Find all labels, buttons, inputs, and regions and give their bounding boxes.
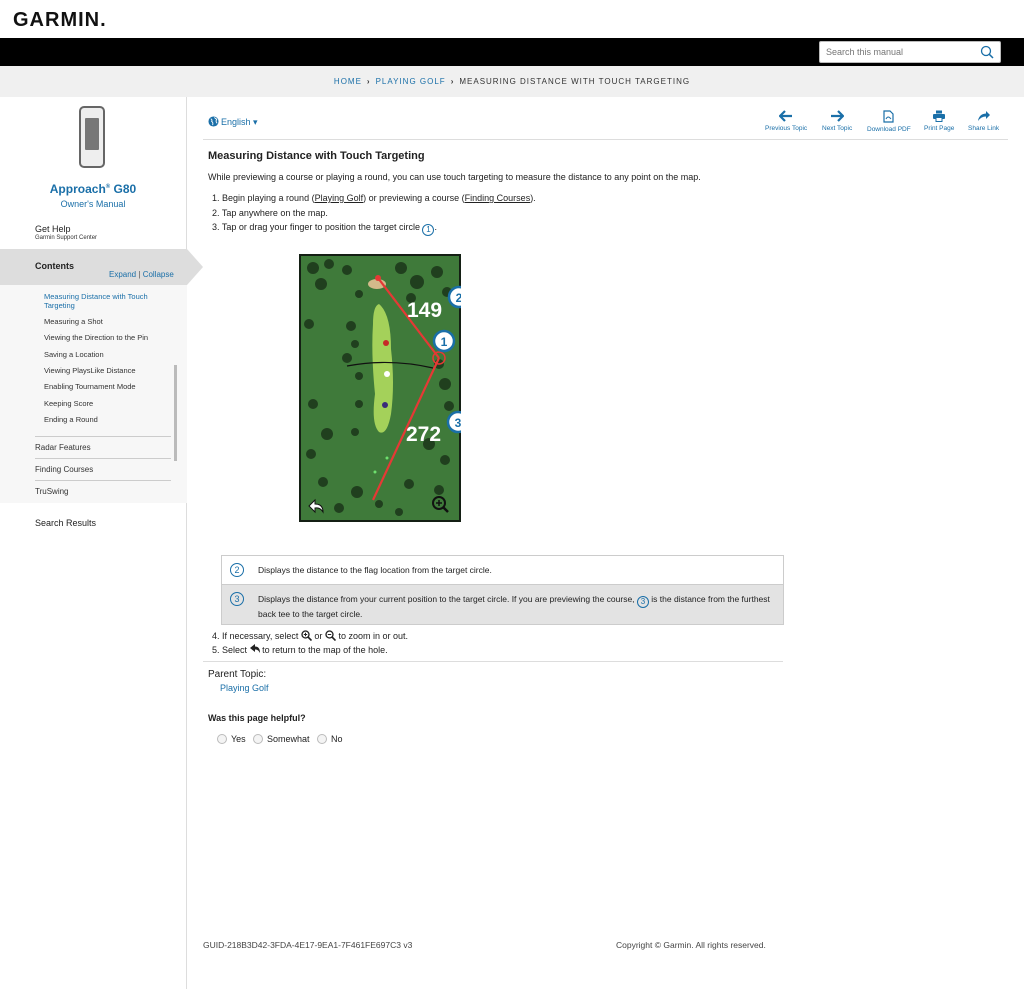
- step-4: 4. If necessary, select or to zoom in or…: [212, 630, 408, 642]
- contents-arrow: [187, 249, 203, 285]
- toolbar-divider: [203, 139, 1008, 140]
- breadcrumb-playing-golf[interactable]: PLAYING GOLF: [376, 77, 446, 86]
- toc-item-measuring-shot[interactable]: Measuring a Shot: [44, 317, 169, 326]
- feedback-no[interactable]: No: [317, 734, 343, 744]
- toc-divider: [35, 458, 171, 459]
- callout-2-marker: 2: [447, 285, 461, 309]
- toc-divider: [35, 480, 171, 481]
- toc-section-truswing[interactable]: TruSwing: [35, 487, 171, 496]
- step-2: 2. Tap anywhere on the map.: [212, 208, 328, 218]
- radio-button[interactable]: [253, 734, 263, 744]
- intro-text: While previewing a course or playing a r…: [208, 172, 701, 182]
- arrow-right-icon: [831, 110, 845, 122]
- golf-map-figure: 149 272 2 1 3: [299, 254, 461, 522]
- toc-scrollbar[interactable]: [174, 365, 177, 461]
- callout-3-marker: 3: [446, 410, 461, 434]
- copyright: Copyright © Garmin. All rights reserved.: [616, 940, 766, 950]
- toc-section-finding-courses[interactable]: Finding Courses: [35, 465, 171, 474]
- back-arrow-icon: [249, 644, 260, 653]
- distance-from-tee: 272: [406, 423, 441, 446]
- radio-button[interactable]: [217, 734, 227, 744]
- pdf-icon: [883, 110, 894, 123]
- callout-1-marker: 1: [432, 329, 456, 353]
- svg-text:3: 3: [455, 416, 461, 430]
- share-icon: [977, 111, 990, 121]
- sidebar: Approach® G80 Owner's Manual Get Help Ga…: [0, 97, 203, 989]
- feedback-somewhat[interactable]: Somewhat: [253, 734, 310, 744]
- product-title: Approach® G80: [49, 182, 137, 196]
- section-divider: [203, 661, 783, 662]
- expand-link[interactable]: Expand: [109, 270, 136, 279]
- toc-item-tournament-mode[interactable]: Enabling Tournament Mode: [44, 382, 169, 391]
- step-5: 5. Select to return to the map of the ho…: [212, 644, 388, 655]
- breadcrumb-home[interactable]: HOME: [334, 77, 362, 86]
- callout-3-icon: 3: [230, 592, 244, 606]
- next-topic-button[interactable]: Next Topic: [822, 110, 852, 132]
- legend-text: Displays the distance from your current …: [258, 594, 770, 619]
- search-box[interactable]: [819, 41, 1001, 63]
- share-link-button[interactable]: Share Link: [968, 110, 999, 132]
- printer-icon: [933, 110, 946, 122]
- legend-text: Displays the distance to the flag locati…: [258, 565, 492, 575]
- chevron-right-icon: ›: [450, 77, 455, 86]
- toc-section-radar[interactable]: Radar Features: [35, 443, 171, 452]
- toc-item-playslike[interactable]: Viewing PlaysLike Distance: [44, 366, 169, 375]
- toc-item-direction-pin[interactable]: Viewing the Direction to the Pin: [44, 333, 169, 342]
- playing-golf-link[interactable]: Playing Golf: [315, 193, 364, 203]
- chevron-right-icon: ›: [366, 77, 371, 86]
- header-logo-bar: GARMIN.: [0, 0, 1024, 38]
- zoom-in-icon: [301, 630, 312, 642]
- globe-icon: [208, 116, 219, 127]
- step-3: 3. Tap or drag your finger to position t…: [212, 222, 437, 236]
- legend-row: 3 Displays the distance from your curren…: [222, 584, 783, 624]
- page-title: Measuring Distance with Touch Targeting: [208, 150, 425, 162]
- device-image: [79, 106, 105, 168]
- radio-button[interactable]: [317, 734, 327, 744]
- parent-topic-label: Parent Topic:: [208, 669, 267, 680]
- search-input[interactable]: [820, 42, 978, 62]
- toc-item-keeping-score[interactable]: Keeping Score: [44, 399, 169, 408]
- callout-legend-table: 2 Displays the distance to the flag loca…: [221, 555, 784, 625]
- arrow-left-icon: [779, 110, 793, 122]
- previous-topic-button[interactable]: Previous Topic: [765, 110, 807, 132]
- search-results-link[interactable]: Search Results: [35, 518, 96, 528]
- caret-down-icon: ▾: [250, 117, 258, 127]
- download-pdf-button[interactable]: Download PDF: [867, 110, 911, 133]
- breadcrumb: HOME › PLAYING GOLF › MEASURING DISTANCE WIT…: [0, 66, 1024, 97]
- toc-divider: [35, 436, 171, 437]
- collapse-link[interactable]: Collapse: [143, 270, 174, 279]
- callout-2-icon: 2: [230, 563, 244, 577]
- feedback-yes[interactable]: Yes: [217, 734, 246, 744]
- callout-1-icon: 1: [422, 224, 435, 236]
- finding-courses-link[interactable]: Finding Courses: [465, 193, 531, 203]
- parent-topic-link[interactable]: Playing Golf: [220, 683, 269, 693]
- manual-label: Owner's Manual: [60, 199, 126, 209]
- garmin-logo[interactable]: GARMIN.: [13, 9, 107, 32]
- contents-header: [0, 249, 187, 285]
- get-help-link[interactable]: Get Help: [35, 224, 71, 234]
- zoom-out-icon: [325, 630, 337, 642]
- print-page-button[interactable]: Print Page: [924, 110, 954, 132]
- toc-item-measuring-distance[interactable]: Measuring Distance with Touch Targeting: [44, 292, 169, 310]
- distance-to-flag: 149: [407, 299, 442, 322]
- toc-item-ending-round[interactable]: Ending a Round: [44, 415, 169, 424]
- support-center-link[interactable]: Garmin Support Center: [35, 235, 97, 241]
- toc-item-saving-location[interactable]: Saving a Location: [44, 350, 169, 359]
- topic-guid: GUID-218B3D42-3FDA-4E17-9EA1-7F461FE697C…: [203, 940, 413, 950]
- expand-collapse: Expand | Collapse: [109, 270, 174, 279]
- contents-label: Contents: [35, 261, 74, 271]
- step-1: 1. Begin playing a round (Playing Golf) …: [212, 193, 536, 203]
- search-icon[interactable]: [980, 45, 994, 59]
- language-selector[interactable]: English ▾: [208, 116, 258, 128]
- legend-row: 2 Displays the distance to the flag loca…: [222, 556, 783, 584]
- svg-text:1: 1: [441, 335, 448, 349]
- breadcrumb-current: MEASURING DISTANCE WITH TOUCH TARGETING: [459, 77, 691, 86]
- svg-text:2: 2: [456, 291, 461, 305]
- callout-3-icon: 3: [636, 596, 649, 608]
- feedback-question: Was this page helpful?: [208, 713, 306, 723]
